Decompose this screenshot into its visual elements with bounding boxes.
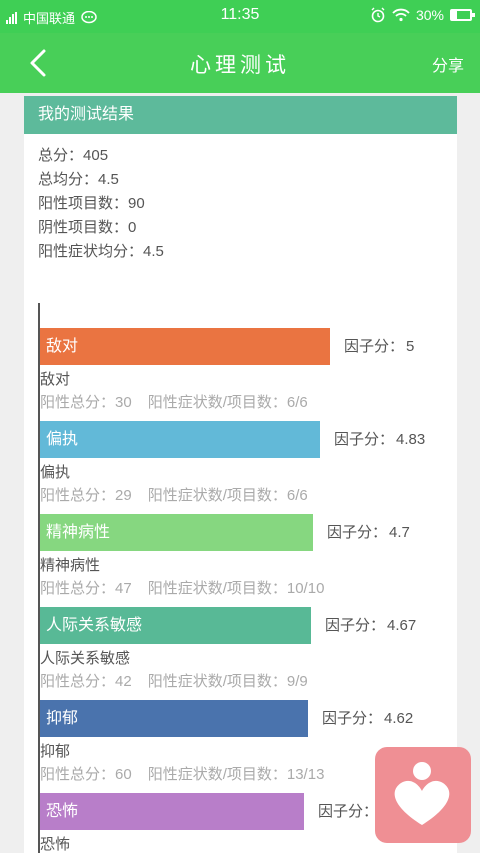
factor-name: 敌对 [40, 371, 71, 388]
app-bar: 心理测试 分享 [0, 33, 480, 93]
heart-person-icon [394, 762, 450, 825]
summary-value: 90 [128, 195, 145, 212]
factor-score-value: 4.83 [396, 431, 426, 448]
floating-app-button[interactable] [375, 747, 471, 843]
wifi-icon [392, 8, 410, 22]
factor-score-label: 因子分： [318, 803, 379, 820]
factor-score-value: 4.7 [389, 524, 410, 541]
factor-score-label: 因子分： [327, 524, 388, 541]
factor-row: 敌对 因子分： 5 敌对 阳性总分：30 阳性症状数/项目数：6/6 [38, 303, 448, 411]
summary-label: 阳性项目数： [38, 195, 129, 212]
result-card: 我的测试结果 总分：405 总均分：4.5 阳性项目数：90 阴性项目数：0 阳性症状均… [24, 96, 457, 853]
factor-score-label: 因子分： [322, 710, 383, 727]
factor-score-value: 5 [406, 338, 415, 355]
factor-score-label: 因子分： [334, 431, 395, 448]
summary-row: 阳性症状均分：4.5 [38, 240, 457, 264]
factor-score: 因子分： 4.7 [327, 514, 410, 551]
status-bar: 中国联通 11:35 30% [0, 0, 480, 33]
factor-name: 恐怖 [40, 836, 71, 853]
summary-row: 阴性项目数：0 [38, 216, 457, 240]
factor-score-label: 因子分： [344, 338, 405, 355]
summary-value: 4.5 [98, 171, 119, 188]
factor-name: 人际关系敏感 [40, 650, 131, 667]
factor-score: 因子分： 4.62 [322, 700, 413, 737]
factor-name: 精神病性 [40, 557, 101, 574]
factor-row: 精神病性 因子分： 4.7 精神病性 阳性总分：47 阳性症状数/项目数：10/10 [38, 489, 448, 597]
factor-row: 偏执 因子分： 4.83 偏执 阳性总分：29 阳性症状数/项目数：6/6 [38, 396, 448, 504]
factor-row: 人际关系敏感 因子分： 4.67 人际关系敏感 阳性总分：42 阳性症状数/项目数：9/9 [38, 582, 448, 690]
summary-row: 总分：405 [38, 144, 457, 168]
factor-bar: 偏执 [40, 421, 320, 458]
factor-score: 因子分： [318, 793, 380, 830]
battery-icon [450, 9, 475, 21]
summary-value: 405 [83, 147, 109, 164]
summary-label: 总分： [38, 147, 84, 164]
summary-value: 0 [128, 219, 137, 236]
page-title: 心理测试 [190, 53, 290, 77]
factor-bar: 恐怖 [40, 793, 304, 830]
factor-name: 抑郁 [40, 743, 71, 760]
factor-bar: 抑郁 [40, 700, 308, 737]
factor-bar: 精神病性 [40, 514, 313, 551]
factor-score-value: 4.62 [384, 710, 414, 727]
factor-score-label: 因子分： [325, 617, 386, 634]
summary-label: 阳性症状均分： [38, 243, 144, 260]
summary-label: 阴性项目数： [38, 219, 129, 236]
summary-row: 阳性项目数：90 [38, 192, 457, 216]
factor-score: 因子分： 4.83 [334, 421, 425, 458]
summary-value: 4.5 [143, 243, 164, 260]
factor-name: 偏执 [40, 464, 71, 481]
factor-bar: 敌对 [40, 328, 330, 365]
battery-percent: 30% [415, 7, 444, 23]
result-card-header: 我的测试结果 [24, 96, 457, 134]
factor-bar: 人际关系敏感 [40, 607, 311, 644]
factor-score: 因子分： 5 [344, 328, 414, 365]
summary-section: 总分：405 总均分：4.5 阳性项目数：90 阴性项目数：0 阳性症状均分：4.5 [24, 134, 457, 264]
share-button[interactable]: 分享 [432, 52, 464, 76]
alarm-icon [371, 7, 385, 23]
summary-row: 总均分：4.5 [38, 168, 457, 192]
factor-score-value: 4.67 [387, 617, 417, 634]
factor-score: 因子分： 4.67 [325, 607, 416, 644]
summary-label: 总均分： [38, 171, 99, 188]
status-right: 30% [370, 7, 475, 23]
